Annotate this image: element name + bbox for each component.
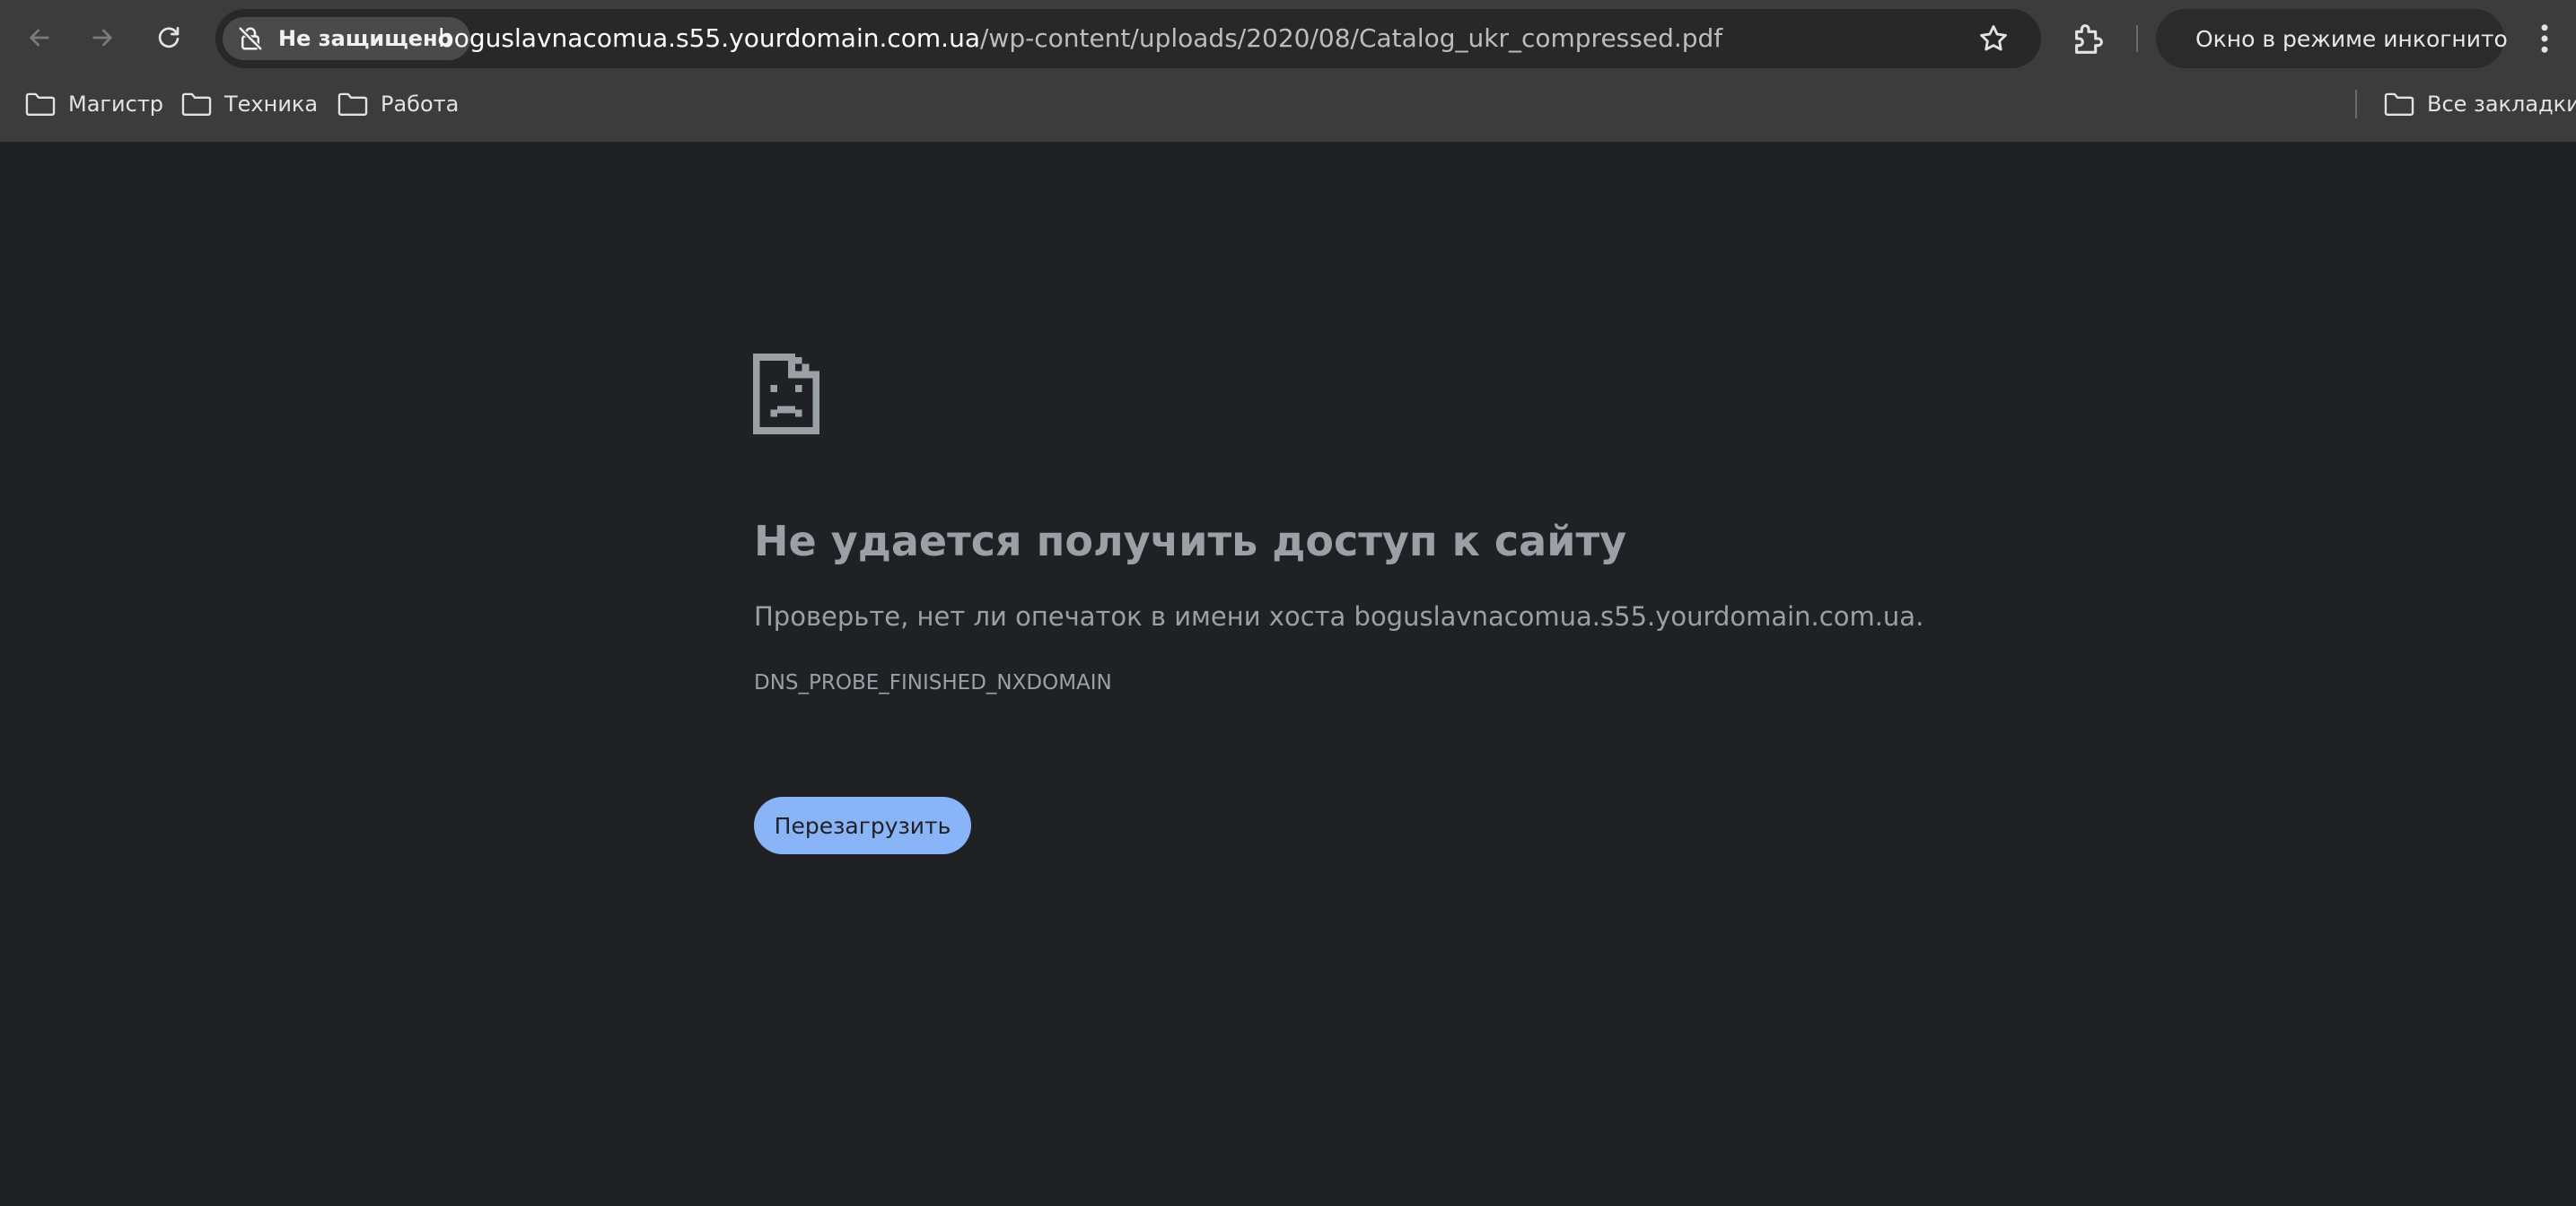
incognito-label: Окно в режиме инкогнито: [2195, 25, 2508, 52]
forward-button[interactable]: [79, 14, 126, 61]
folder-icon: [181, 92, 212, 116]
bookmark-label: Техника: [224, 92, 319, 117]
bookmarks-divider: [2355, 90, 2357, 118]
folder-icon: [25, 92, 56, 116]
reload-page-button[interactable]: Перезагрузить: [754, 797, 971, 854]
bookmarks-bar: Магистр Техника Работа Все закладки: [0, 77, 2576, 142]
page-content: Не удается получить доступ к сайту Прове…: [0, 142, 2576, 1206]
sad-page-icon: [752, 354, 820, 434]
error-title: Не удается получить доступ к сайту: [754, 517, 1627, 565]
not-secure-icon: [238, 26, 263, 51]
bookmark-folder[interactable]: Техника: [181, 77, 318, 131]
security-label: Не защищено: [278, 26, 453, 51]
back-button[interactable]: [16, 14, 63, 61]
incognito-indicator[interactable]: Окно в режиме инкогнито: [2156, 9, 2508, 68]
bookmark-label: Магистр: [68, 92, 164, 117]
url-text[interactable]: boguslavnacomua.s55.yourdomain.com.ua/wp…: [438, 9, 1722, 68]
puzzle-icon[interactable]: [2068, 18, 2109, 59]
star-icon[interactable]: [1976, 22, 2011, 56]
toolbar-divider: [2136, 25, 2138, 52]
reload-icon: [158, 27, 180, 48]
error-code: DNS_PROBE_FINISHED_NXDOMAIN: [754, 671, 1112, 695]
bookmark-folder[interactable]: Работа: [337, 77, 459, 131]
folder-icon: [2384, 92, 2414, 116]
arrow-left-icon: [30, 29, 49, 47]
reload-button[interactable]: [145, 14, 192, 61]
url-path: /wp-content/uploads/2020/08/Catalog_ukr_…: [979, 23, 1723, 53]
bookmark-label: Работа: [381, 92, 460, 117]
all-bookmarks-label: Все закладки: [2427, 92, 2576, 117]
security-indicator[interactable]: Не защищено: [223, 17, 471, 60]
kebab-menu-icon[interactable]: [2529, 20, 2560, 57]
address-bar[interactable]: Не защищено boguslavnacomua.s55.yourdoma…: [215, 9, 2041, 68]
bookmark-folder[interactable]: Магистр: [25, 77, 163, 131]
error-description: Проверьте, нет ли опечаток в имени хоста…: [754, 601, 1924, 632]
all-bookmarks-button[interactable]: Все закладки: [2384, 77, 2576, 131]
folder-icon: [337, 92, 368, 116]
browser-toolbar: Не защищено boguslavnacomua.s55.yourdoma…: [0, 0, 2576, 77]
url-host: boguslavnacomua.s55.yourdomain.com.ua: [438, 23, 980, 53]
arrow-right-icon: [92, 29, 112, 47]
